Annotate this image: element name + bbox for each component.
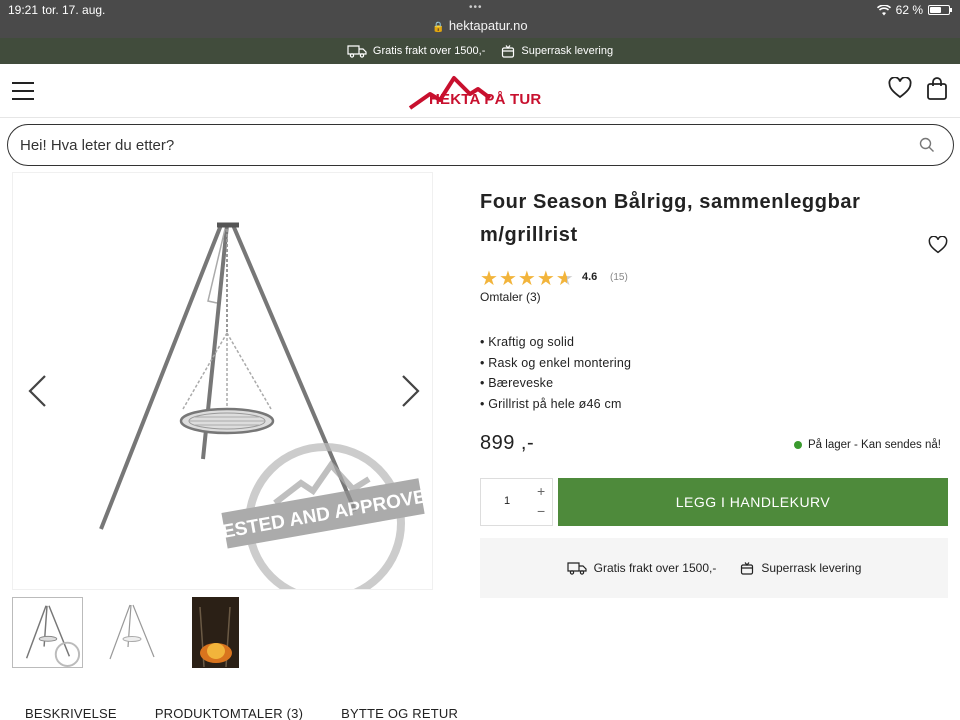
gift-box-icon (502, 45, 515, 58)
tab-reviews[interactable]: PRODUKTOMTALER (3) (155, 706, 303, 720)
feature-item: • Rask og enkel montering (480, 355, 632, 370)
logo-text[interactable]: HEKTA PÅ TUR (429, 91, 541, 108)
search-icon[interactable] (919, 137, 935, 153)
shipping-info-box: Gratis frakt over 1500,- Superrask lever… (480, 538, 948, 598)
product-image-gallery: TESTED AND APPROVED (12, 172, 441, 603)
feature-item: • Grillrist på hele ø46 cm (480, 396, 622, 411)
rating-value: 4.6 (582, 271, 598, 283)
stock-status: På lager - Kan sendes nå! (794, 439, 941, 451)
chevron-right-icon[interactable] (399, 373, 423, 409)
product-title: Four Season Bålrigg, sammenleggbar m/gri… (480, 191, 861, 246)
quantity-minus-button[interactable]: − (537, 503, 545, 519)
address-bar[interactable]: 🔒 hektapatur.no (0, 18, 960, 33)
chevron-left-icon[interactable] (25, 373, 49, 409)
promo-fast-delivery-label: Superrask levering (521, 45, 614, 57)
site-header: HEKTA PÅ TUR (0, 64, 960, 118)
heart-icon[interactable] (888, 77, 912, 99)
star-icon: ★ (555, 268, 574, 290)
quantity-plus-button[interactable]: + (537, 483, 545, 499)
promo-free-shipping: Gratis frakt over 1500,- (347, 44, 486, 58)
shipping-free-label: Gratis frakt over 1500,- (593, 561, 717, 575)
feature-item: • Kraftig og solid (480, 335, 575, 349)
browser-dots-icon[interactable]: ••• (469, 2, 483, 13)
product-tabs: BESKRIVELSE PRODUKTOMTALER (3) BYTTE OG … (25, 706, 496, 720)
star-icon: ★ (536, 268, 555, 290)
status-right: 62 % (876, 3, 952, 17)
product-price: 899 ,- (480, 432, 535, 454)
tab-returns[interactable]: BYTTE OG RETUR (341, 706, 458, 720)
shipping-free: Gratis frakt over 1500,- (567, 561, 717, 575)
shipping-fast: Superrask levering (740, 561, 861, 575)
product-image[interactable]: TESTED AND APPROVED (13, 173, 441, 603)
quantity-stepper: 1 + − (480, 478, 553, 526)
stock-dot-icon (794, 441, 802, 449)
stock-label: På lager - Kan sendes nå! (808, 439, 941, 451)
shopping-bag-icon[interactable] (926, 77, 948, 101)
star-icon: ★ (498, 268, 517, 290)
rating-stars[interactable]: ★ ★ ★ ★ ★ (480, 266, 574, 291)
status-time: 19:21 (8, 3, 39, 17)
thumbnail-2[interactable] (96, 597, 167, 668)
tab-description[interactable]: BESKRIVELSE (25, 706, 117, 720)
address-url: hektapatur.no (448, 18, 528, 33)
truck-icon (347, 45, 367, 58)
status-bar: 19:21 tor. 17. aug. ••• 🔒 hektapatur.no 6… (0, 0, 960, 38)
rating-count: (15) (610, 272, 628, 283)
star-icon: ★ (517, 268, 536, 290)
shipping-fast-label: Superrask levering (761, 561, 862, 575)
star-icon: ★ (480, 268, 498, 290)
add-to-cart-button[interactable]: LEGG I HANDLEKURV (558, 478, 948, 526)
wifi-icon (876, 4, 891, 15)
menu-icon[interactable] (12, 82, 34, 100)
battery-percent: 62 % (895, 3, 923, 17)
status-date: tor. 17. aug. (42, 3, 106, 17)
promo-fast-delivery: Superrask levering (501, 44, 613, 58)
truck-icon (567, 562, 587, 575)
heart-icon[interactable] (928, 236, 948, 254)
battery-icon (928, 5, 952, 15)
search-input[interactable] (20, 134, 900, 156)
search-bar (7, 124, 954, 166)
promo-free-shipping-label: Gratis frakt over 1500,- (372, 45, 486, 57)
feature-list: • Kraftig og solid • Rask og enkel monte… (480, 332, 631, 414)
quantity-value[interactable]: 1 (504, 495, 510, 507)
reviews-link[interactable]: Omtaler (3) (480, 290, 541, 304)
thumbnail-3[interactable] (180, 597, 251, 668)
gift-box-icon (741, 562, 754, 575)
thumbnail-1[interactable] (12, 597, 83, 668)
lock-icon: 🔒 (432, 22, 445, 33)
feature-item: • Bæreveske (480, 376, 554, 390)
promo-bar: Gratis frakt over 1500,- Superrask lever… (0, 38, 960, 64)
